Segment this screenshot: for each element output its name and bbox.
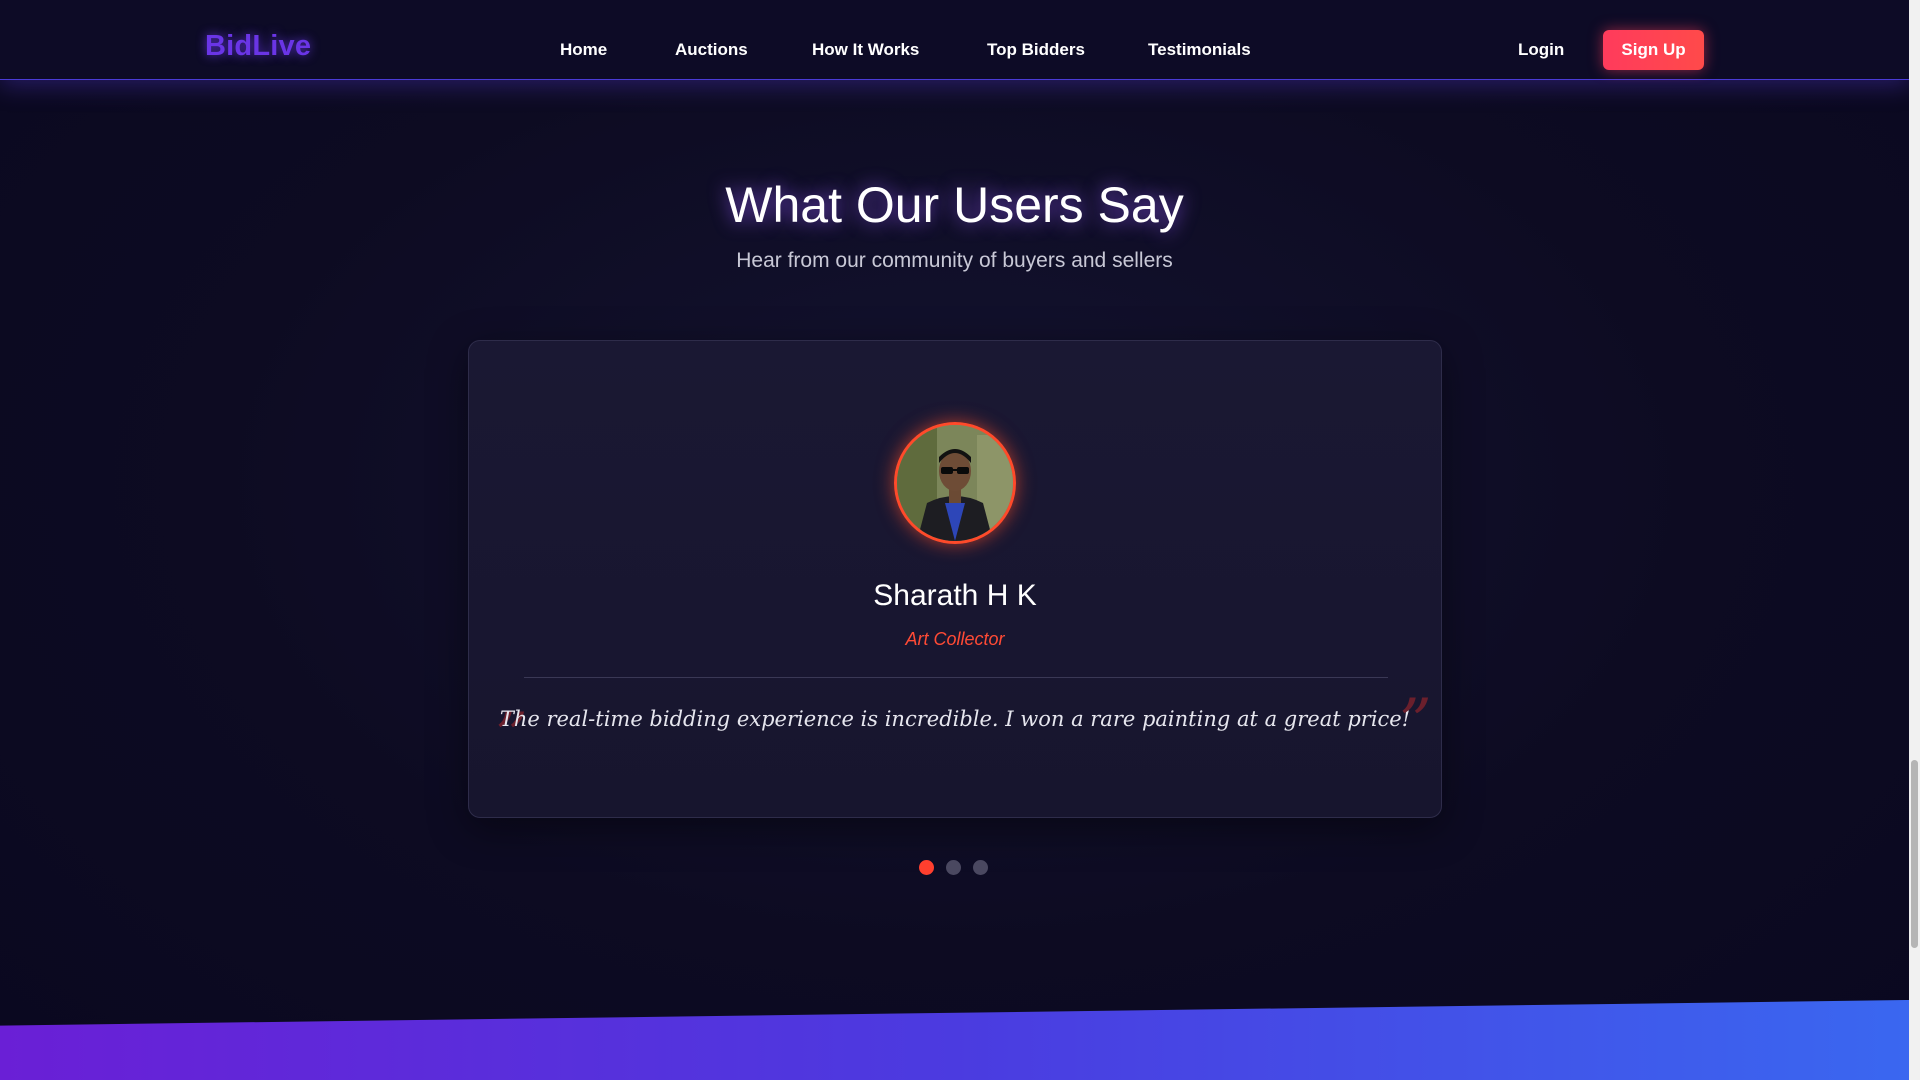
section-title: What Our Users Say xyxy=(725,177,1184,233)
footer-gradient-band xyxy=(0,1000,1909,1080)
signup-button[interactable]: Sign Up xyxy=(1603,30,1704,70)
navbar: BidLive Home Auctions How It Works Top B… xyxy=(0,0,1909,80)
divider xyxy=(524,677,1388,678)
carousel-dot-3[interactable] xyxy=(973,860,988,875)
carousel-dot-1[interactable] xyxy=(919,860,934,875)
page-scrollbar[interactable] xyxy=(1909,0,1920,1080)
testimonial-quote: The real-time bidding experience is incr… xyxy=(499,707,1411,731)
nav-link-how-it-works[interactable]: How It Works xyxy=(812,40,919,60)
brand-logo[interactable]: BidLive xyxy=(205,30,311,63)
nav-link-top-bidders[interactable]: Top Bidders xyxy=(987,40,1085,60)
testimonial-card: Sharath H K Art Collector ” The real-tim… xyxy=(468,340,1442,818)
user-photo-avatar xyxy=(894,422,1016,544)
avatar-photo-icon xyxy=(897,425,1013,541)
scrollbar-thumb[interactable] xyxy=(1911,760,1918,948)
user-role: Art Collector xyxy=(905,629,1005,649)
quote-close-icon: ” xyxy=(1399,686,1432,760)
section-subtitle: Hear from our community of buyers and se… xyxy=(736,249,1173,272)
carousel-dot-2[interactable] xyxy=(946,860,961,875)
page: BidLive Home Auctions How It Works Top B… xyxy=(0,0,1909,1080)
nav-link-auctions[interactable]: Auctions xyxy=(675,40,748,60)
nav-link-home[interactable]: Home xyxy=(560,40,607,60)
login-link[interactable]: Login xyxy=(1518,40,1564,60)
nav-link-testimonials[interactable]: Testimonials xyxy=(1148,40,1251,60)
user-name: Sharath H K xyxy=(873,579,1037,612)
